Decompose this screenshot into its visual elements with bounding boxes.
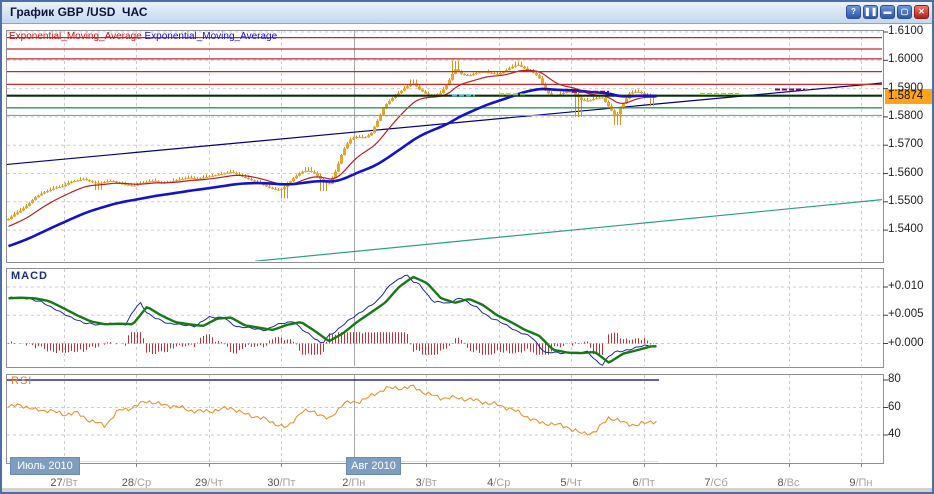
window-controls: ? ❚❚ ▬ ▢ ✕: [846, 5, 929, 19]
window-title: График GBP /USD ЧАС: [10, 5, 148, 19]
rsi-tick-label: 60: [888, 401, 934, 413]
ema-slow-legend[interactable]: Exponential_Moving_Average: [144, 31, 277, 42]
main-panel: [7, 31, 884, 263]
rsi-tick-label: 80: [888, 373, 934, 385]
pause-icon[interactable]: ❚❚: [863, 5, 878, 19]
price-tick-label: 1.6100: [888, 25, 934, 37]
price-tick-label: 1.5600: [888, 167, 934, 179]
month-badge: Авг 2010: [346, 457, 401, 475]
rsi-panel: [7, 375, 884, 464]
price-tick-label: 1.5800: [888, 110, 934, 122]
month-badge: Июль 2010: [10, 457, 80, 475]
title-bar[interactable]: График GBP /USD ЧАС ? ❚❚ ▬ ▢ ✕: [2, 2, 932, 24]
price-tick-label: 1.6000: [888, 53, 934, 65]
price-tick-label: 1.5900: [888, 82, 934, 94]
chart-surface: Exponential_Moving_Average Exponential_M…: [2, 24, 932, 492]
chart-window: График GBP /USD ЧАС ? ❚❚ ▬ ▢ ✕ Exponenti…: [0, 0, 934, 494]
rsi-panel-label: RSI: [11, 375, 32, 387]
macd-panel-label: MACD: [11, 270, 48, 282]
help-icon[interactable]: ?: [846, 5, 861, 19]
maximize-icon[interactable]: ▢: [897, 5, 912, 19]
macd-tick-label: +0.005: [888, 308, 934, 320]
indicator-legend: Exponential_Moving_Average Exponential_M…: [9, 31, 277, 42]
price-tick-label: 1.5400: [888, 223, 934, 235]
macd-tick-label: +0.010: [888, 280, 934, 292]
close-icon[interactable]: ✕: [914, 5, 929, 19]
plot-svg: [2, 24, 934, 494]
price-tick-label: 1.5700: [888, 138, 934, 150]
rsi-tick-label: 40: [888, 428, 934, 440]
window-bottom-edge: [2, 488, 932, 492]
macd-tick-label: +0.000: [888, 337, 934, 349]
ema-fast-legend[interactable]: Exponential_Moving_Average: [9, 31, 142, 42]
price-tick-label: 1.5500: [888, 195, 934, 207]
minimize-icon[interactable]: ▬: [880, 5, 895, 19]
